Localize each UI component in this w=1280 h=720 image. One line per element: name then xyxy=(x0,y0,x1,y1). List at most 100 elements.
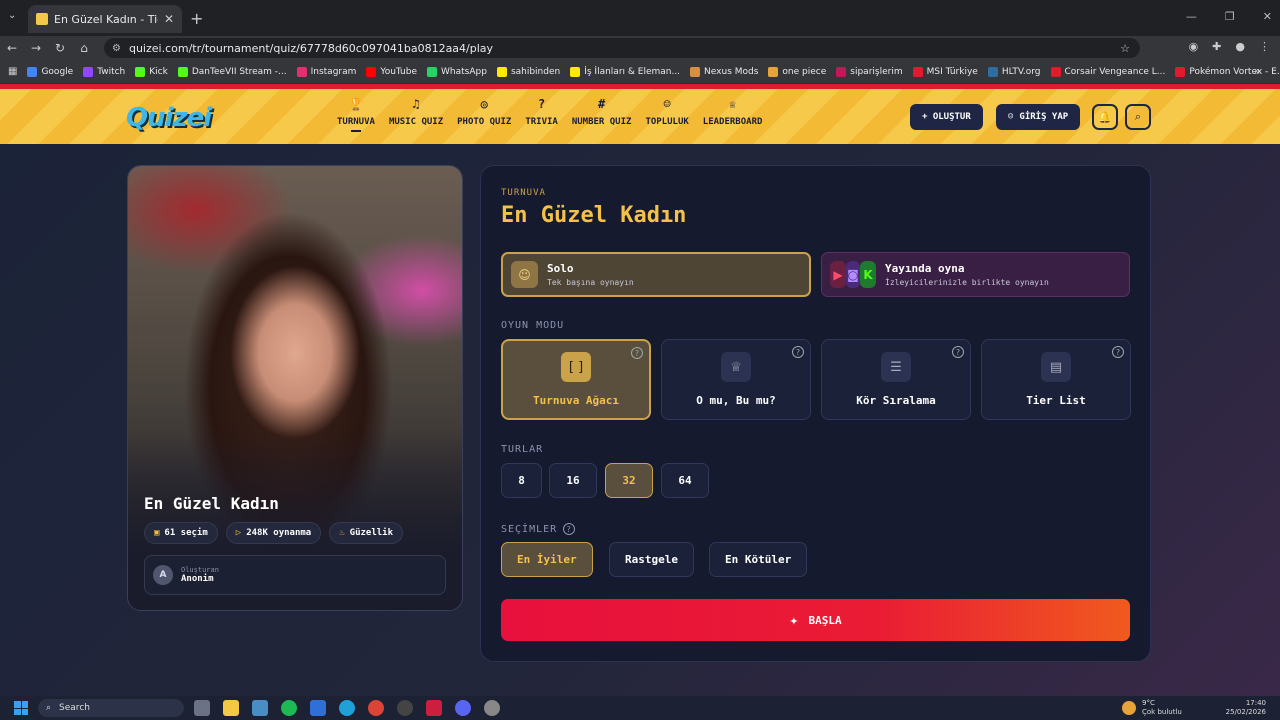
bookmark-item[interactable]: sahibinden xyxy=(496,66,560,77)
game-mode-option[interactable]: ? ▤ Tier List xyxy=(981,339,1131,420)
tab-list-chevron-icon[interactable]: ⌄ xyxy=(8,10,16,21)
help-icon[interactable]: ? xyxy=(792,346,804,358)
nav-item-icon: ? xyxy=(537,97,546,111)
game-mode-option[interactable]: ? [ ] Turnuva Ağacı xyxy=(501,339,651,420)
edge-icon[interactable] xyxy=(339,700,355,716)
quiz-stats: ▣ 61 seçim ▷ 248K oynanma ♨ Güzellik xyxy=(144,522,404,544)
bookmark-item[interactable]: Kick xyxy=(135,66,168,77)
profile-icon[interactable]: ● xyxy=(1235,40,1245,53)
window-close-icon[interactable]: ✕ xyxy=(1263,10,1272,23)
site-logo[interactable]: Quizei xyxy=(126,103,212,133)
round-option[interactable]: 64 xyxy=(661,463,709,498)
nav-topluluk[interactable]: ☺ TOPLULUK xyxy=(638,97,695,132)
extensions-puzzle-icon[interactable]: ✚ xyxy=(1212,40,1221,53)
bookmark-item[interactable]: Instagram xyxy=(296,66,356,77)
stat-label: 248K oynanma xyxy=(246,528,312,538)
pick-option[interactable]: En İyiler xyxy=(501,542,593,577)
pick-option[interactable]: En Kötüler xyxy=(709,542,808,577)
game-mode-option[interactable]: ? ♕ O mu, Bu mu? xyxy=(661,339,811,420)
round-option[interactable]: 16 xyxy=(549,463,597,498)
weather-temp: 9°C xyxy=(1142,699,1155,707)
nav-number-quiz[interactable]: # NUMBER QUIZ xyxy=(565,97,639,132)
home-icon[interactable]: ⌂ xyxy=(72,41,96,55)
help-icon[interactable]: ? xyxy=(563,523,576,535)
create-button[interactable]: + OLUŞTUR xyxy=(910,104,983,130)
url-field[interactable]: ⚙ quizei.com/tr/tournament/quiz/67778d60… xyxy=(104,38,1140,58)
weather-icon xyxy=(1122,701,1136,715)
start-button[interactable]: ✦ BAŞLA xyxy=(501,599,1130,641)
site-info-icon[interactable]: ⚙ xyxy=(112,43,121,54)
help-icon[interactable]: ? xyxy=(631,347,643,359)
clock-time: 17:40 xyxy=(1245,699,1266,707)
bookmark-item[interactable]: Google xyxy=(27,66,74,77)
bookmark-item[interactable]: siparişlerim xyxy=(836,66,903,77)
quiz-setup-panel: TURNUVA En Güzel Kadın ☺ Solo Tek başına… xyxy=(480,165,1151,662)
bookmark-item[interactable]: one piece xyxy=(768,66,826,77)
chrome-icon[interactable] xyxy=(368,700,384,716)
bookmark-favicon-icon xyxy=(1175,66,1186,77)
bookmark-star-icon[interactable]: ☆ xyxy=(1120,42,1130,55)
task-view-icon[interactable] xyxy=(194,700,210,716)
apps-grid-icon[interactable]: ▦ xyxy=(8,66,17,77)
bookmark-item[interactable]: Twitch xyxy=(83,66,125,77)
bookmarks-overflow-icon[interactable]: » xyxy=(1254,66,1260,77)
tab-close-icon[interactable]: ✕ xyxy=(164,12,174,26)
windows-start-icon[interactable] xyxy=(14,701,28,715)
file-explorer-icon[interactable] xyxy=(223,700,239,716)
spotify-icon[interactable] xyxy=(281,700,297,716)
browser-tab[interactable]: En Güzel Kadın - Tier List, Kör S... ✕ xyxy=(28,5,182,33)
discord-icon[interactable] xyxy=(455,700,471,716)
bookmark-item[interactable]: YouTube xyxy=(366,66,417,77)
round-option[interactable]: 8 xyxy=(501,463,542,498)
search-icon[interactable]: ⌕ xyxy=(1125,104,1151,130)
bookmark-item[interactable]: WhatsApp xyxy=(427,66,487,77)
bookmark-label: Google xyxy=(41,66,74,77)
person-icon: ☺ xyxy=(511,261,538,288)
round-option[interactable]: 32 xyxy=(605,463,653,498)
forward-icon[interactable]: → xyxy=(24,41,48,55)
nav-music-quiz[interactable]: ♫ MUSIC QUIZ xyxy=(382,97,450,132)
minimize-icon[interactable]: — xyxy=(1186,10,1197,23)
nav-leaderboard[interactable]: ♕ LEADERBOARD xyxy=(696,97,770,132)
help-icon[interactable]: ? xyxy=(1112,346,1124,358)
login-button[interactable]: ☺ GİRİŞ YAP xyxy=(996,104,1081,130)
page-title: En Güzel Kadın xyxy=(501,203,687,228)
play-mode-stream[interactable]: ▶ ◙ K Yayında oyna İzleyicilerinizle bir… xyxy=(821,252,1130,297)
bookmark-item[interactable]: Nexus Mods xyxy=(690,66,758,77)
bookmark-favicon-icon xyxy=(496,66,507,77)
bookmark-item[interactable]: Corsair Vengeance L... xyxy=(1050,66,1165,77)
stat-label: Güzellik xyxy=(349,528,394,538)
nav-photo-quiz[interactable]: ◎ PHOTO QUIZ xyxy=(450,97,518,132)
game-mode-option[interactable]: ? ☰ Kör Sıralama xyxy=(821,339,971,420)
reload-icon[interactable]: ↻ xyxy=(48,41,72,55)
nav-trivia[interactable]: ? TRIVIA xyxy=(518,97,565,132)
app-icon[interactable] xyxy=(252,700,268,716)
help-icon[interactable]: ? xyxy=(952,346,964,358)
nav-turnuva[interactable]: 🏆 TURNUVA xyxy=(330,97,382,132)
pick-option[interactable]: Rastgele xyxy=(609,542,694,577)
taskbar-search[interactable]: ⌕ Search xyxy=(38,699,184,717)
weather-widget[interactable]: 9°C Çok bulutlu xyxy=(1122,699,1182,717)
bookmark-item[interactable]: İş İlanları & Eleman... xyxy=(570,66,680,77)
play-mode-solo[interactable]: ☺ Solo Tek başına oynayın xyxy=(501,252,811,297)
bookmark-item[interactable]: DanTeeVII Stream -... xyxy=(177,66,287,77)
bookmark-label: WhatsApp xyxy=(441,66,487,77)
login-button-label: GİRİŞ YAP xyxy=(1019,112,1069,122)
notification-bell-icon[interactable]: 🔔 xyxy=(1092,104,1118,130)
app-icon[interactable] xyxy=(426,700,442,716)
restore-icon[interactable]: ❐ xyxy=(1225,10,1235,23)
bookmark-favicon-icon xyxy=(987,66,998,77)
extension-icon[interactable]: ◉ xyxy=(1189,40,1199,53)
clock[interactable]: 17:40 25/02/2026 xyxy=(1226,699,1266,717)
bookmark-item[interactable]: Pokémon Vortex - E... xyxy=(1175,66,1280,77)
stat-icon: ♨ xyxy=(339,528,345,538)
bookmark-item[interactable]: HLTV.org xyxy=(987,66,1041,77)
bookmark-item[interactable]: MSI Türkiye xyxy=(912,66,978,77)
site-header: Quizei 🏆 TURNUVA ♫ MUSIC QUIZ ◎ PHOTO QUIZ? TR… xyxy=(0,84,1280,144)
mail-icon[interactable] xyxy=(310,700,326,716)
menu-kebab-icon[interactable]: ⋮ xyxy=(1259,40,1270,53)
new-tab-button[interactable]: + xyxy=(190,9,203,28)
steam-icon[interactable] xyxy=(397,700,413,716)
back-icon[interactable]: ← xyxy=(0,41,24,55)
app-icon[interactable] xyxy=(484,700,500,716)
